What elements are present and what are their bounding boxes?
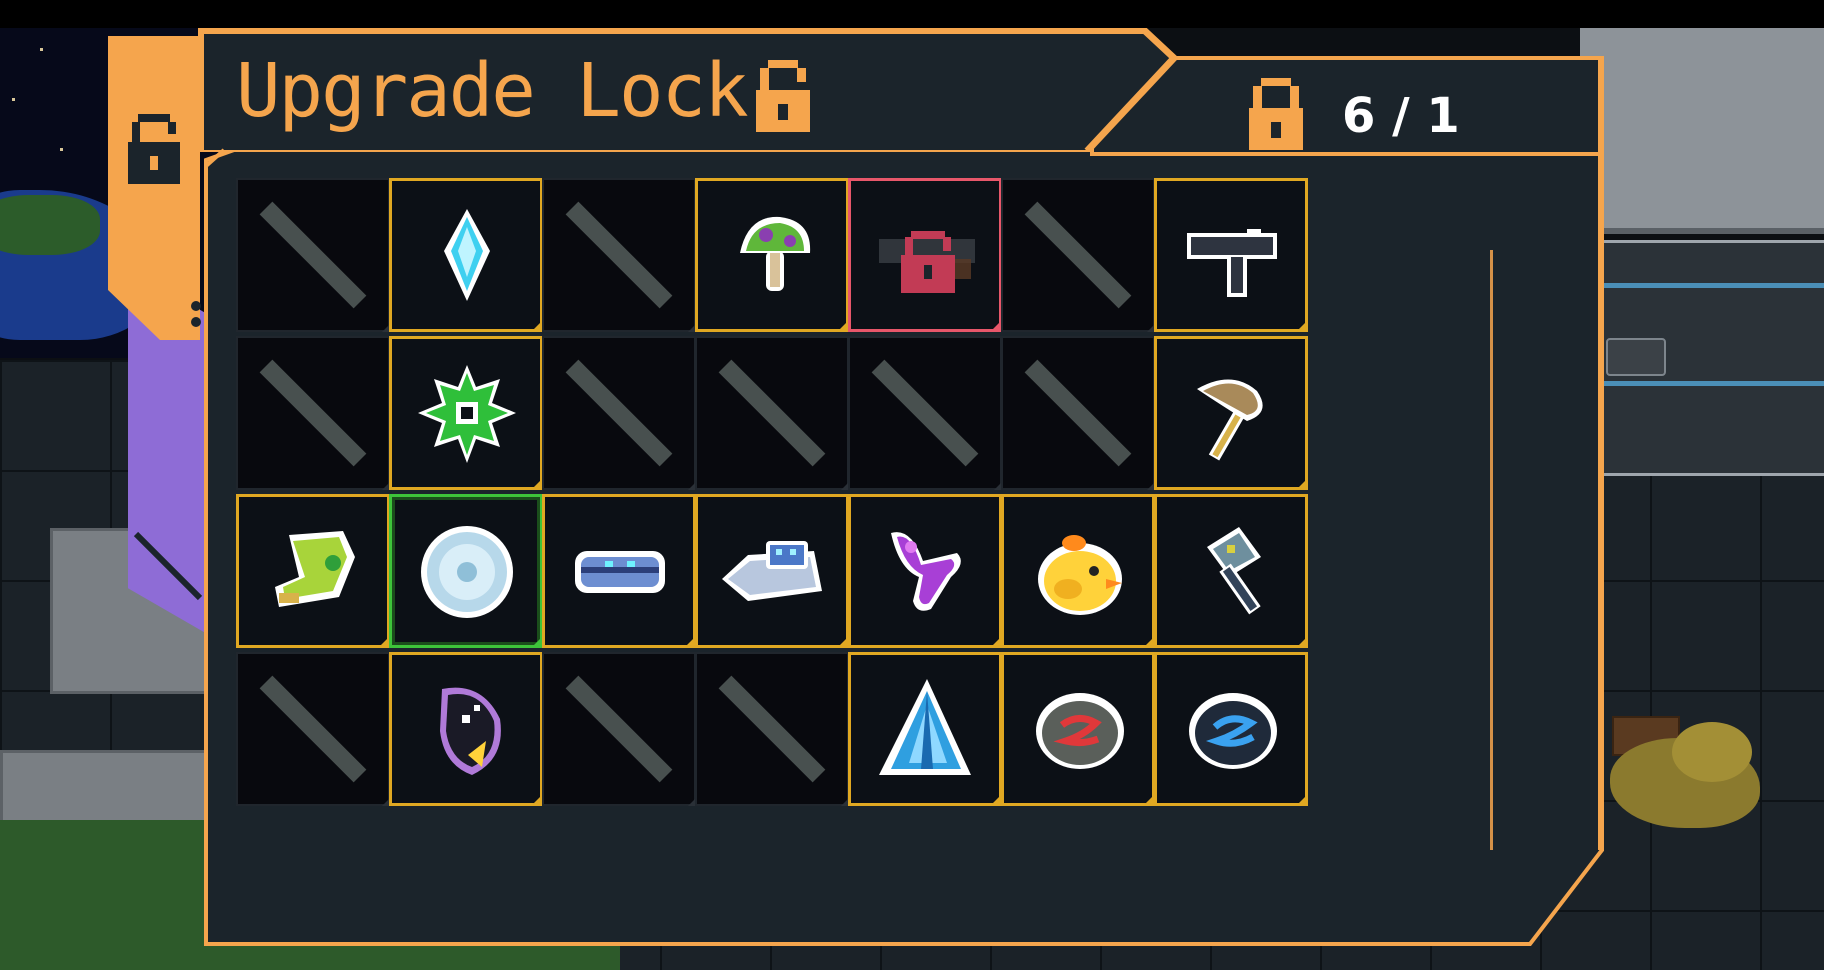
- empty-slot-slash-icon: [259, 359, 367, 467]
- empty-slot-slash-icon: [1024, 359, 1132, 467]
- mushroom-icon: [740, 216, 811, 291]
- empty-slot[interactable]: [695, 336, 849, 490]
- blue-visor-icon: [575, 551, 665, 593]
- locked-rifle-icon: [879, 231, 975, 293]
- water-rune-stone-icon: [1189, 693, 1277, 769]
- lock-count-icon: [1249, 78, 1303, 150]
- item-slot[interactable]: [236, 494, 390, 648]
- empty-slot-slash-icon: [565, 359, 673, 467]
- uzi-icon: [1187, 229, 1277, 297]
- empty-slot-slash-icon: [871, 359, 979, 467]
- empty-slot[interactable]: [236, 652, 390, 806]
- fire-rune-stone-icon: [1036, 693, 1124, 769]
- item-slot[interactable]: [1001, 652, 1155, 806]
- title-lock-icon: [756, 60, 810, 132]
- item-slot[interactable]: [695, 178, 849, 332]
- lock-count: 6 / 1: [1342, 88, 1460, 144]
- item-slot[interactable]: [695, 494, 849, 648]
- ice-crystal-icon: [444, 209, 490, 301]
- empty-slot-slash-icon: [565, 201, 673, 309]
- empty-slot[interactable]: [848, 336, 1002, 490]
- empty-slot[interactable]: [1001, 178, 1155, 332]
- item-slot[interactable]: [542, 494, 696, 648]
- item-slot[interactable]: [389, 652, 543, 806]
- item-slot[interactable]: [848, 652, 1002, 806]
- empty-slot-slash-icon: [718, 675, 826, 783]
- empty-slot-slash-icon: [259, 201, 367, 309]
- upgrade-lock-panel: Upgrade Lock 6 / 1: [0, 0, 1824, 970]
- empty-slot[interactable]: [1001, 336, 1155, 490]
- purple-slingshot-icon: [891, 532, 961, 611]
- empty-slot-slash-icon: [565, 675, 673, 783]
- yellow-chick-icon: [1038, 535, 1122, 615]
- slot-corner-mark: [1296, 320, 1308, 332]
- empty-slot[interactable]: [695, 652, 849, 806]
- empty-slot[interactable]: [236, 336, 390, 490]
- blue-crystal-shard-icon: [879, 679, 971, 775]
- empty-slot[interactable]: [542, 652, 696, 806]
- empty-slot-slash-icon: [718, 359, 826, 467]
- empty-slot[interactable]: [542, 336, 696, 490]
- slot-corner-mark: [1296, 636, 1308, 648]
- panel-title: Upgrade Lock: [236, 48, 749, 134]
- scrollbar[interactable]: [1490, 250, 1493, 850]
- item-slot[interactable]: [848, 494, 1002, 648]
- empty-slot[interactable]: [236, 178, 390, 332]
- side-lock-icon: [128, 114, 180, 184]
- item-slot[interactable]: [389, 494, 543, 648]
- item-slot[interactable]: [1154, 494, 1308, 648]
- ice-disc-icon: [421, 526, 513, 618]
- locked-item-slot[interactable]: [848, 178, 1002, 332]
- battle-axe-icon: [1197, 379, 1263, 461]
- empty-slot-slash-icon: [1024, 201, 1132, 309]
- item-slot[interactable]: [1001, 494, 1155, 648]
- item-slot[interactable]: [389, 336, 543, 490]
- slot-corner-mark: [1296, 478, 1308, 490]
- green-boot-icon: [275, 531, 355, 607]
- item-slot[interactable]: [1154, 178, 1308, 332]
- item-grid: [236, 178, 1466, 898]
- item-slot[interactable]: [389, 178, 543, 332]
- item-slot[interactable]: [1154, 336, 1308, 490]
- shadow-gem-icon: [440, 687, 501, 775]
- war-hammer-icon: [1207, 527, 1261, 615]
- item-slot[interactable]: [1154, 652, 1308, 806]
- hover-tank-icon: [722, 541, 822, 601]
- slot-corner-mark: [1296, 794, 1308, 806]
- spiked-gear-icon: [418, 365, 516, 463]
- empty-slot[interactable]: [542, 178, 696, 332]
- empty-slot-slash-icon: [259, 675, 367, 783]
